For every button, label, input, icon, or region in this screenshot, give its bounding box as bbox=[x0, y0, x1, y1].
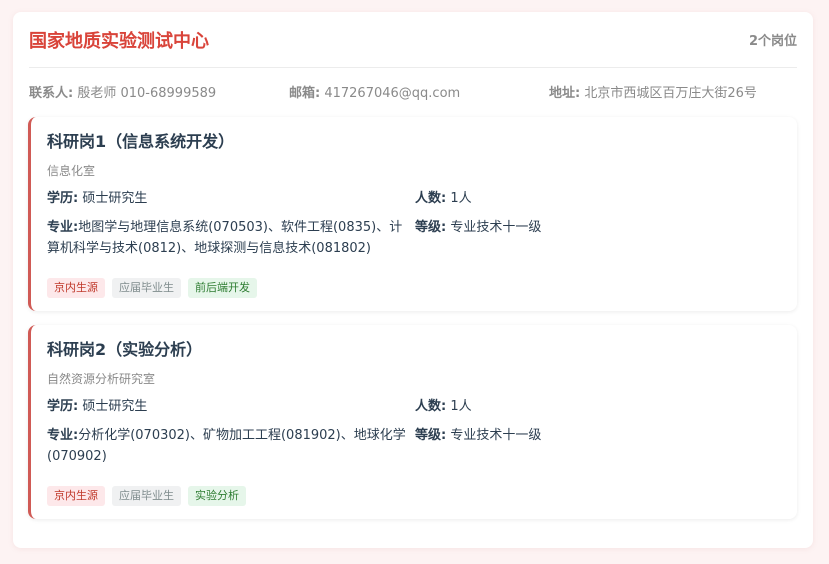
grade-value: 专业技术十一级 bbox=[450, 428, 542, 443]
card-header: 国家地质实验测试中心 2个岗位 bbox=[29, 12, 797, 68]
headcount-label: 人数: bbox=[415, 399, 447, 414]
job-department: 信息化室 bbox=[47, 164, 96, 178]
major-value: 地图学与地理信息系统(070503)、软件工程(0835)、计算机科学与技术(0… bbox=[47, 220, 403, 256]
tag-skill: 实验分析 bbox=[188, 486, 246, 506]
education-value: 硕士研究生 bbox=[82, 399, 148, 414]
grade-label: 等级: bbox=[415, 220, 447, 235]
job-tags: 京内生源 应届毕业生 实验分析 bbox=[47, 486, 246, 506]
job-department: 自然资源分析研究室 bbox=[47, 372, 156, 386]
headcount-value: 1人 bbox=[450, 399, 472, 414]
education-label: 学历: bbox=[47, 191, 79, 206]
job-major: 专业:分析化学(070302)、矿物加工工程(081902)、地球化学(0709… bbox=[47, 425, 415, 467]
job-education: 学历: 硕士研究生 bbox=[47, 188, 415, 209]
job-grade: 等级: 专业技术十一级 bbox=[415, 217, 775, 238]
education-label: 学历: bbox=[47, 399, 79, 414]
major-label: 专业: bbox=[47, 220, 79, 235]
contact-address-label: 地址: bbox=[549, 86, 581, 101]
tag-graduate: 应届毕业生 bbox=[112, 486, 181, 506]
job-headcount: 人数: 1人 bbox=[415, 188, 775, 209]
education-value: 硕士研究生 bbox=[82, 191, 148, 206]
major-label: 专业: bbox=[47, 428, 79, 443]
grade-value: 专业技术十一级 bbox=[450, 220, 542, 235]
tag-skill: 前后端开发 bbox=[188, 278, 257, 298]
major-value: 分析化学(070302)、矿物加工工程(081902)、地球化学(070902) bbox=[47, 428, 406, 464]
contact-person-label: 联系人: bbox=[29, 86, 74, 101]
headcount-value: 1人 bbox=[450, 191, 472, 206]
job-title[interactable]: 科研岗2（实验分析） bbox=[47, 339, 797, 361]
job-grade: 等级: 专业技术十一级 bbox=[415, 425, 775, 446]
contact-email: 邮箱: 417267046@qq.com bbox=[289, 82, 460, 101]
job-major: 专业:地图学与地理信息系统(070503)、软件工程(0835)、计算机科学与技… bbox=[47, 217, 415, 259]
org-title[interactable]: 国家地质实验测试中心 bbox=[29, 27, 209, 53]
tag-local: 京内生源 bbox=[47, 278, 105, 298]
job-info-row: 学历: 硕士研究生 人数: 1人 bbox=[47, 188, 797, 209]
contact-email-label: 邮箱: bbox=[289, 86, 321, 101]
contact-person: 联系人: 殷老师 010-68999589 bbox=[29, 82, 216, 101]
contact-person-value: 殷老师 010-68999589 bbox=[77, 86, 217, 101]
contact-row: 联系人: 殷老师 010-68999589 邮箱: 417267046@qq.c… bbox=[29, 68, 797, 112]
contact-address-value: 北京市西城区百万庄大街26号 bbox=[584, 86, 757, 101]
headcount-label: 人数: bbox=[415, 191, 447, 206]
org-card: 国家地质实验测试中心 2个岗位 联系人: 殷老师 010-68999589 邮箱… bbox=[13, 12, 813, 548]
job-card[interactable]: 科研岗2（实验分析） 自然资源分析研究室 学历: 硕士研究生 人数: 1人 专业… bbox=[28, 325, 797, 519]
contact-address: 地址: 北京市西城区百万庄大街26号 bbox=[549, 82, 757, 101]
tag-graduate: 应届毕业生 bbox=[112, 278, 181, 298]
position-count: 2个岗位 bbox=[748, 34, 797, 49]
job-card[interactable]: 科研岗1（信息系统开发） 信息化室 学历: 硕士研究生 人数: 1人 专业:地图… bbox=[28, 117, 797, 311]
job-education: 学历: 硕士研究生 bbox=[47, 396, 415, 417]
tag-local: 京内生源 bbox=[47, 486, 105, 506]
job-info-row: 学历: 硕士研究生 人数: 1人 bbox=[47, 396, 797, 417]
grade-label: 等级: bbox=[415, 428, 447, 443]
job-tags: 京内生源 应届毕业生 前后端开发 bbox=[47, 278, 257, 298]
contact-email-value[interactable]: 417267046@qq.com bbox=[324, 86, 460, 101]
job-headcount: 人数: 1人 bbox=[415, 396, 775, 417]
job-info-row: 专业:地图学与地理信息系统(070503)、软件工程(0835)、计算机科学与技… bbox=[47, 217, 797, 259]
job-title[interactable]: 科研岗1（信息系统开发） bbox=[47, 131, 797, 153]
job-info-row: 专业:分析化学(070302)、矿物加工工程(081902)、地球化学(0709… bbox=[47, 425, 797, 467]
